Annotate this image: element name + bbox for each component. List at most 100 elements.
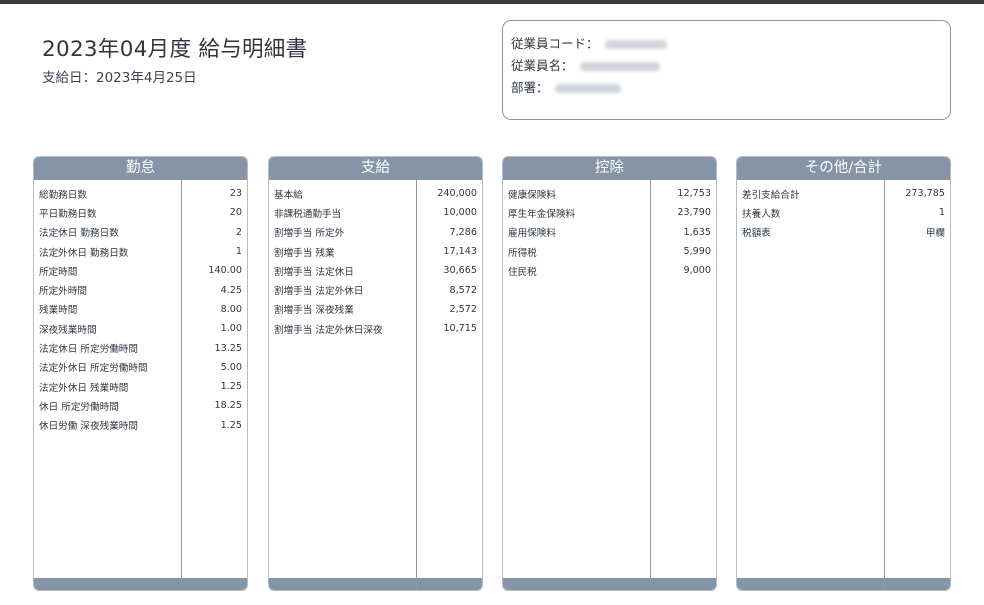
- panel-row: 差引支給合計 273,785: [737, 184, 950, 203]
- panel-footer-bar: [737, 578, 950, 590]
- row-value: 1,635: [683, 226, 711, 238]
- row-value: 13.25: [214, 342, 242, 354]
- panel-row: 健康保険料 12,753: [503, 184, 716, 203]
- department-label: 部署：: [511, 80, 549, 95]
- panel-row: 休日 所定労働時間 18.25: [34, 396, 247, 415]
- panel-row: 残業時間 8.00: [34, 300, 247, 319]
- row-value: 8,572: [449, 284, 477, 296]
- row-label: 割増手当 深夜残業: [274, 305, 354, 317]
- row-value: 30,665: [443, 265, 477, 277]
- row-label: 割増手当 所定外: [274, 228, 345, 240]
- panel-row: 雇用保険料 1,635: [503, 223, 716, 242]
- row-value: 甲欄: [925, 228, 945, 240]
- panel-row: 法定外休日 残業時間 1.25: [34, 377, 247, 396]
- panel-footer-bar: [503, 578, 716, 590]
- panel-row: 割増手当 法定外休日 8,572: [269, 280, 482, 299]
- row-label: 割増手当 法定外休日深夜: [274, 324, 383, 336]
- panel-rows: 総勤務日数 23 平日勤務日数 20 法定休日 勤務日数 2 法定外休日 勤務日数 1 所定時間…: [34, 180, 247, 435]
- pay-date: 支給日：2023年4月25日: [42, 70, 197, 86]
- panel-row: 深夜残業時間 1.00: [34, 319, 247, 338]
- row-label: 所定時間: [39, 266, 78, 278]
- row-value: 240,000: [437, 188, 477, 200]
- panel-row: 税額表 甲欄: [737, 223, 950, 242]
- row-value: 20: [229, 207, 242, 219]
- row-value: 1.25: [220, 381, 242, 393]
- panel-row: 法定休日 所定労働時間 13.25: [34, 338, 247, 357]
- row-value: 12,753: [677, 188, 711, 200]
- department-redacted: [554, 83, 621, 93]
- row-label: 休日労働 深夜残業時間: [39, 421, 138, 433]
- row-value: 7,286: [449, 226, 477, 238]
- row-value: 8.00: [220, 303, 242, 315]
- panel-row: 割増手当 深夜残業 2,572: [269, 300, 482, 319]
- employee-info-box: 従業員コード： 従業員名： 部署：: [502, 20, 951, 120]
- row-label: 法定休日 所定労働時間: [39, 344, 138, 356]
- row-label: 健康保険料: [508, 189, 556, 201]
- row-label: 法定外休日 残業時間: [39, 382, 129, 394]
- panel-footer-bar: [34, 578, 247, 590]
- panel-row: 所定外時間 4.25: [34, 280, 247, 299]
- row-value: 1.25: [220, 419, 242, 431]
- panel-attendance: 勤怠 総勤務日数 23 平日勤務日数 20 法定休日 勤務日数 2 法定外休日 勤務日数 1 所定…: [33, 156, 248, 591]
- panel-row: 扶養人数 1: [737, 203, 950, 222]
- row-value: 273,785: [905, 188, 945, 200]
- row-value: 23: [229, 188, 242, 200]
- row-value: 140.00: [208, 265, 242, 277]
- row-value: 9,000: [683, 265, 711, 277]
- panel-footer-bar: [269, 578, 482, 590]
- row-label: 非課税通勤手当: [274, 208, 342, 220]
- employee-code-redacted: [604, 39, 667, 49]
- panel-body: 総勤務日数 23 平日勤務日数 20 法定休日 勤務日数 2 法定外休日 勤務日数 1 所定時間…: [34, 180, 247, 590]
- panel-body: 差引支給合計273,785扶養人数1税額表甲欄振込支給額合計273,785: [737, 180, 950, 590]
- row-value: 2,572: [449, 303, 477, 315]
- employee-name-label: 従業員名：: [511, 58, 574, 73]
- column-divider: [650, 180, 651, 590]
- row-label: 厚生年金保険料: [508, 208, 576, 220]
- panel-deduction: 控除健康保険料 12,753 厚生年金保険料 23,790 雇用保険料 1,635 所得税 5…: [502, 156, 717, 591]
- panel-rows: 健康保険料 12,753 厚生年金保険料 23,790 雇用保険料 1,635 所得税 5,9…: [503, 180, 716, 280]
- row-label: 総勤務日数: [39, 189, 87, 201]
- row-label: 住民税: [508, 266, 537, 278]
- panel-row: 法定休日 勤務日数 2: [34, 223, 247, 242]
- row-label: 割増手当 残業: [274, 247, 335, 259]
- panel-row: 割増手当 所定外 7,286: [269, 223, 482, 242]
- row-label: 税額表: [742, 228, 771, 240]
- row-label: 休日 所定労働時間: [39, 401, 119, 413]
- panel-row: 非課税通勤手当 10,000: [269, 203, 482, 222]
- row-label: 法定外休日 勤務日数: [39, 247, 129, 259]
- panel-row: 基本給 240,000: [269, 184, 482, 203]
- row-value: 1: [235, 246, 242, 258]
- row-value: 10,000: [443, 207, 477, 219]
- row-value: 23,790: [677, 207, 711, 219]
- panel-row: 休日労働 深夜残業時間 1.25: [34, 416, 247, 435]
- row-label: 基本給: [274, 189, 303, 201]
- panel-header-payment: 支給: [269, 157, 482, 180]
- panel-row: 所定時間 140.00: [34, 261, 247, 280]
- panel-body: 健康保険料 12,753 厚生年金保険料 23,790 雇用保険料 1,635 所得税 5,9…: [503, 180, 716, 590]
- panel-body: 基本給 240,000 非課税通勤手当 10,000 割増手当 所定外 7,286 割増手当…: [269, 180, 482, 590]
- row-label: 深夜残業時間: [39, 324, 97, 336]
- row-value: 17,143: [443, 246, 477, 258]
- panel-row: 法定外休日 勤務日数 1: [34, 242, 247, 261]
- panel-header-deduction: 控除: [503, 157, 716, 180]
- employee-code-row: 従業員コード：: [511, 33, 950, 55]
- row-label: 雇用保険料: [508, 228, 556, 240]
- panel-row: 割増手当 残業 17,143: [269, 242, 482, 261]
- employee-name-row: 従業員名：: [511, 55, 950, 77]
- panel-row: 割増手当 法定外休日深夜 10,715: [269, 319, 482, 338]
- row-label: 差引支給合計: [742, 189, 800, 201]
- department-row: 部署：: [511, 77, 950, 99]
- page-title: 2023年04月度 給与明細書: [42, 37, 308, 62]
- row-label: 割増手当 法定外休日: [274, 286, 364, 298]
- row-value: 1: [938, 207, 945, 219]
- panel-row: 厚生年金保険料 23,790: [503, 203, 716, 222]
- panel-row: 住民税 9,000: [503, 261, 716, 280]
- row-label: 扶養人数: [742, 208, 781, 220]
- column-divider: [181, 180, 182, 590]
- window-top-bar: [0, 0, 984, 4]
- panel-payment: 支給 基本給 240,000 非課税通勤手当 10,000 割増手当 所定外 7,286 割増…: [268, 156, 483, 591]
- row-label: 法定休日 勤務日数: [39, 228, 119, 240]
- panel-row: 所得税 5,990: [503, 242, 716, 261]
- panel-row: 法定外休日 所定労働時間 5.00: [34, 358, 247, 377]
- panel-rows: 基本給 240,000 非課税通勤手当 10,000 割増手当 所定外 7,286 割増手当…: [269, 180, 482, 338]
